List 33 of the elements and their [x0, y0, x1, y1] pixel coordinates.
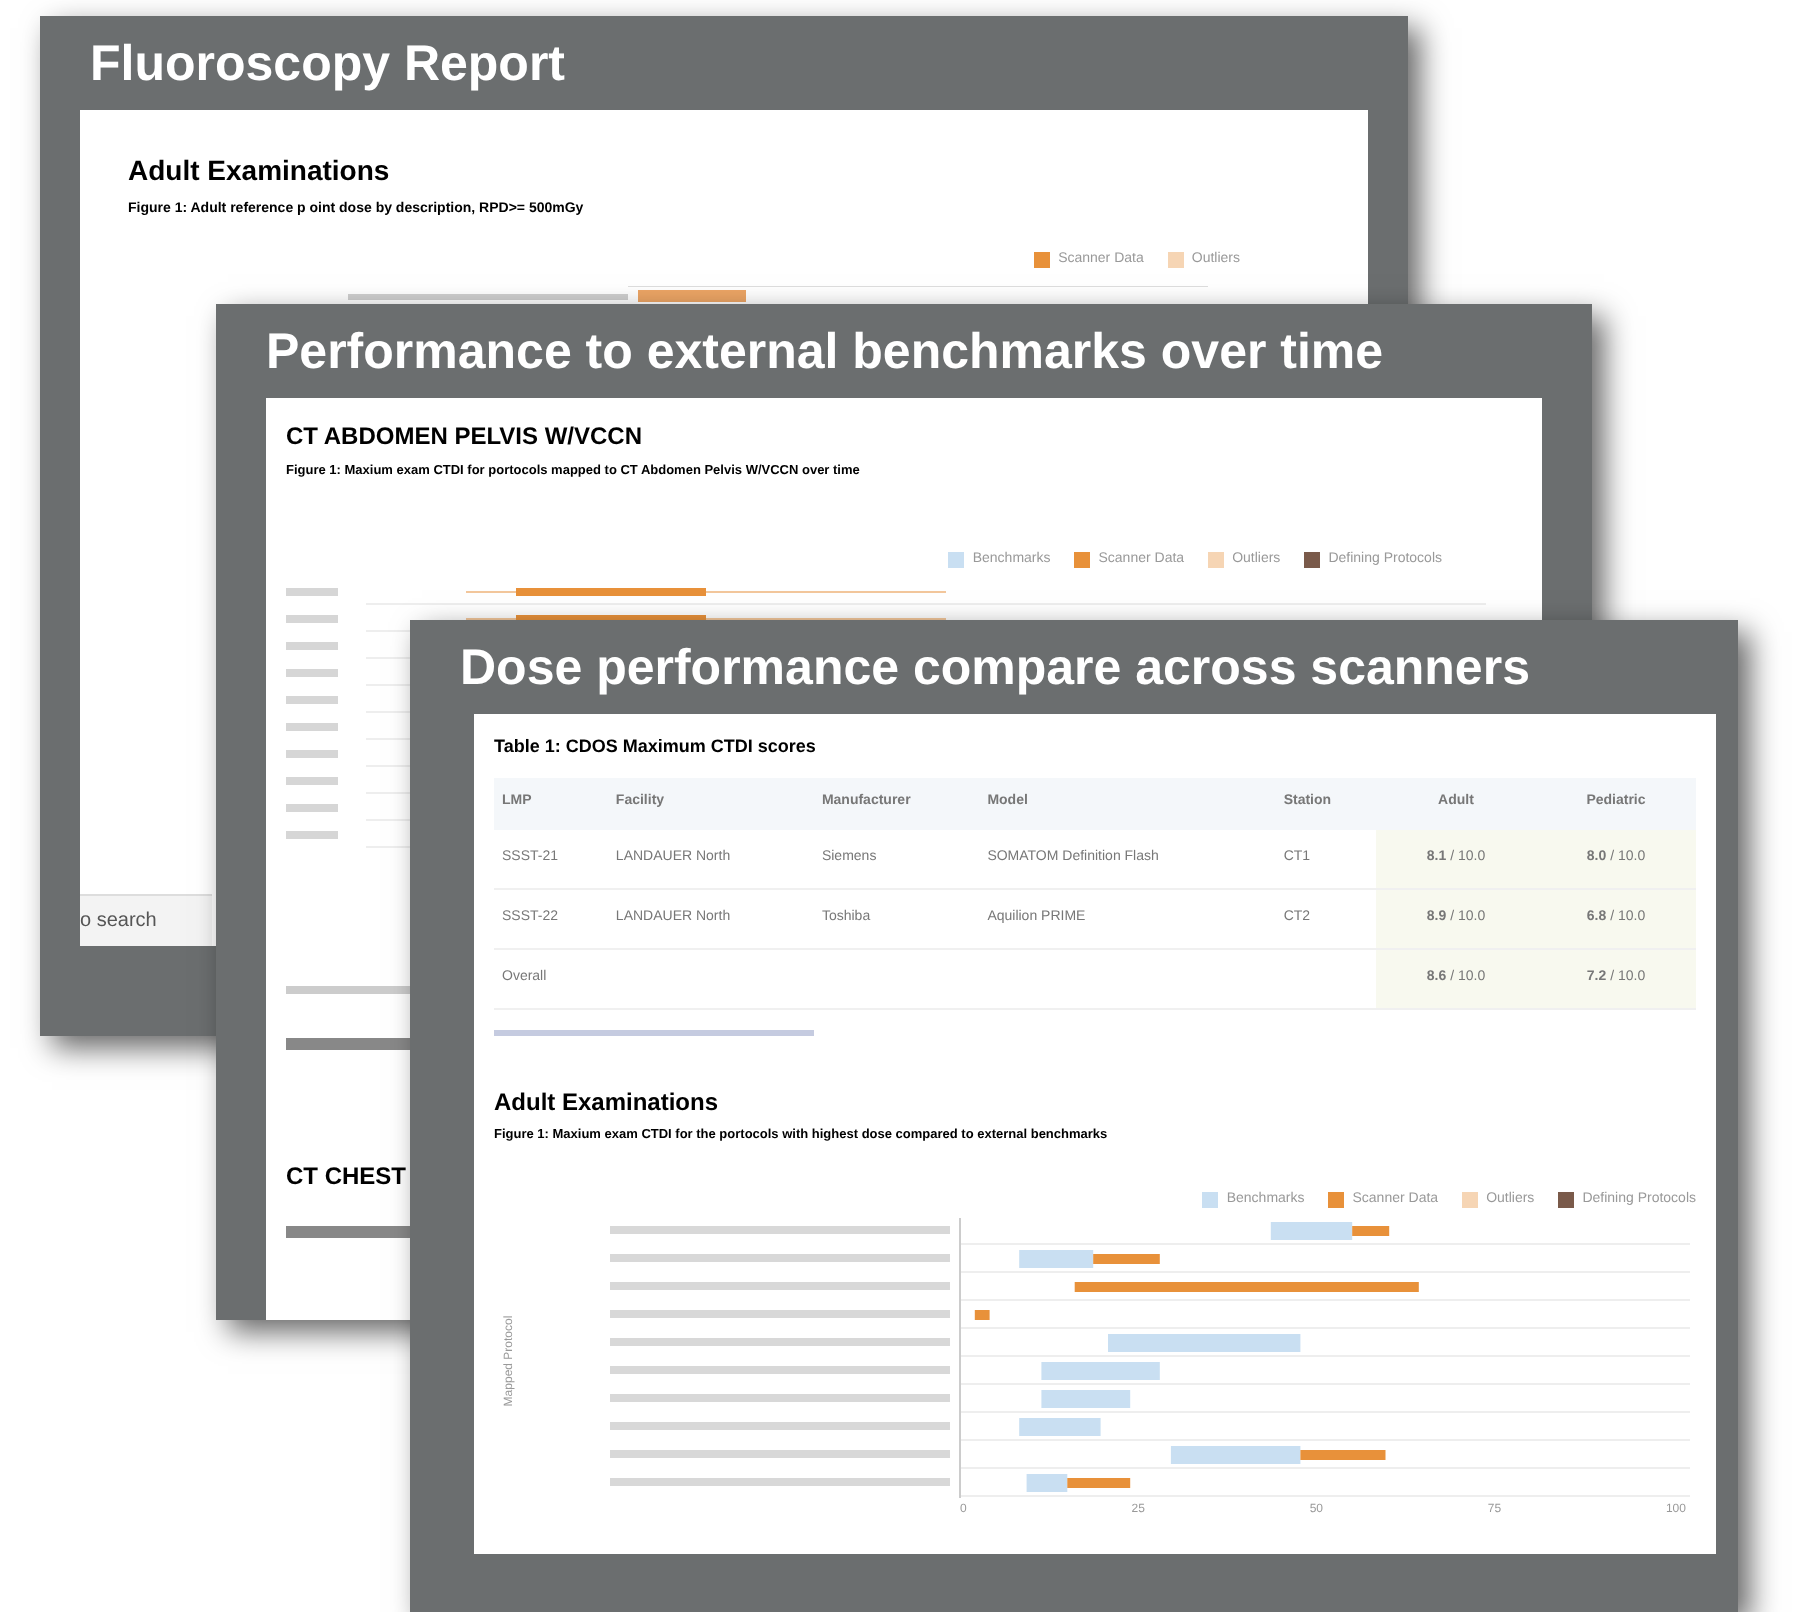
row-label-placeholder	[286, 777, 338, 786]
benchmark-bar	[1019, 1418, 1101, 1437]
row-label-placeholder	[286, 696, 338, 705]
benchmark-bar	[1019, 1250, 1094, 1269]
table-title: Table 1: CDOS Maximum CTDI scores	[494, 734, 818, 760]
window-title: Fluoroscopy Report	[90, 40, 566, 90]
scanner-data-bar	[638, 290, 746, 302]
benchmark-bar	[1041, 1390, 1131, 1409]
scanner-data-bar	[1300, 1450, 1386, 1461]
benchmark-bar	[1270, 1222, 1353, 1241]
benchmark-bar	[1026, 1474, 1068, 1493]
scanner-data-bar	[1067, 1478, 1131, 1489]
row-label-placeholder	[286, 723, 338, 732]
row-label-placeholder	[286, 804, 338, 813]
scanner-data-bar	[1093, 1254, 1160, 1265]
section-heading: Adult Examinations	[494, 1086, 721, 1120]
search-bar[interactable]: o search	[80, 894, 212, 946]
window-title: Performance to external benchmarks over time	[266, 328, 1384, 378]
row-label-placeholder	[286, 588, 338, 597]
benchmark-bar	[1170, 1446, 1301, 1465]
section-heading: Adult Examinations	[128, 152, 392, 190]
row-label-placeholder	[286, 831, 338, 840]
row-label-placeholder	[286, 669, 338, 678]
scanner-data-bar	[974, 1310, 990, 1321]
search-text: o search	[80, 908, 157, 936]
benchmark-bar	[1041, 1362, 1160, 1381]
row-label-placeholder	[286, 750, 338, 759]
scanner-data-bar	[1352, 1226, 1390, 1237]
section-heading: CT ABDOMEN PELVIS W/VCCN	[286, 420, 645, 454]
window-title: Dose performance compare across scanners	[460, 644, 1530, 694]
row-label-placeholder	[286, 642, 338, 651]
row-label-placeholder	[286, 615, 338, 624]
section-heading: CT CHEST	[286, 1160, 408, 1195]
